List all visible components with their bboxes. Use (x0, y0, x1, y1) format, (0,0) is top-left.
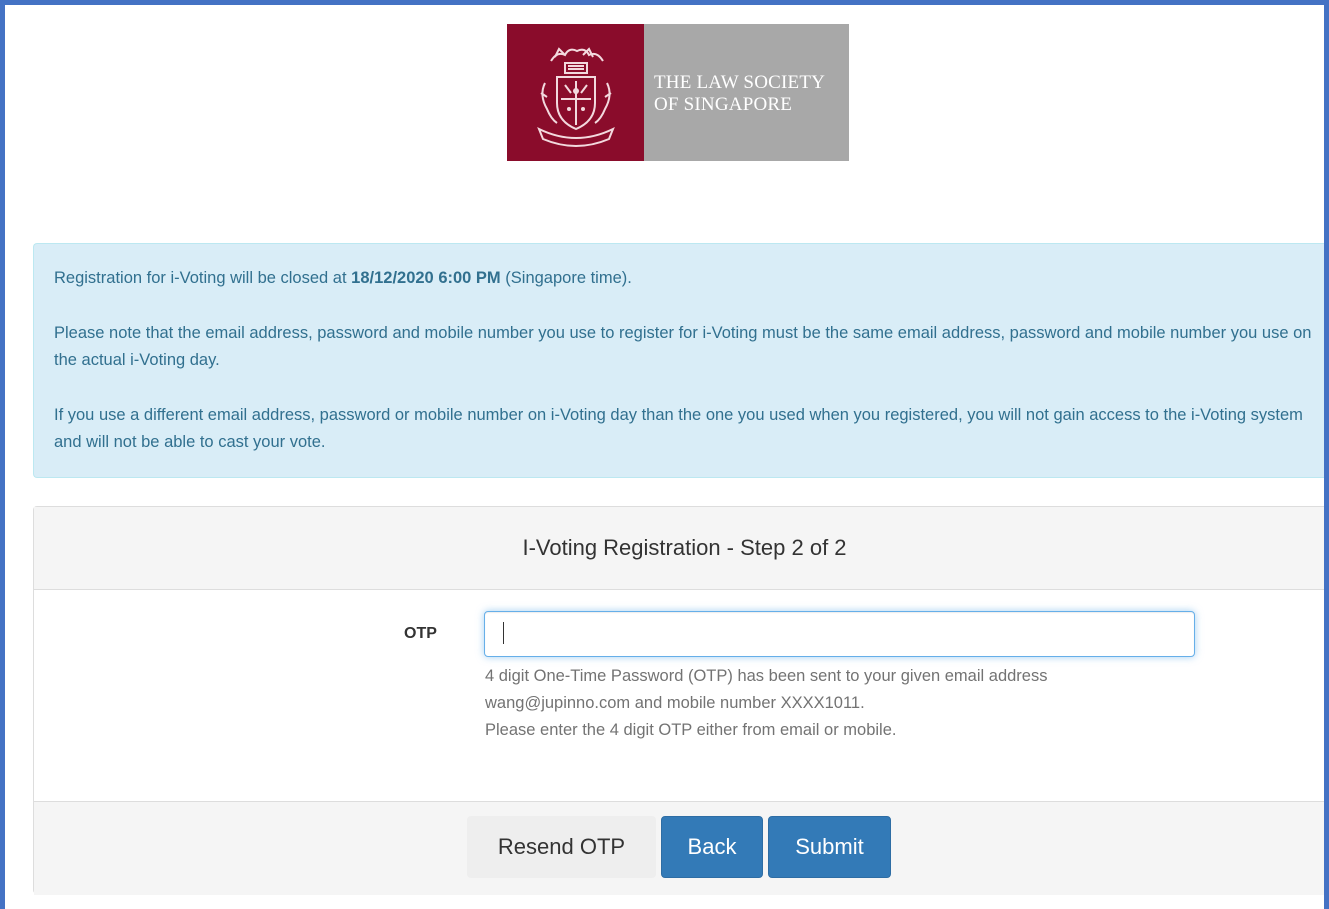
text-cursor (503, 622, 504, 644)
access-warning: If you use a different email address, pa… (54, 406, 1303, 451)
logo-text-line2: OF SINGAPORE (654, 93, 793, 115)
crest-icon (507, 24, 644, 161)
panel-footer: Resend OTP Back Submit (34, 801, 1324, 895)
back-button[interactable]: Back (661, 816, 763, 878)
otp-label: OTP (404, 625, 437, 642)
otp-help-line2: wang@jupinno.com and mobile number XXXX1… (485, 694, 865, 712)
resend-otp-button[interactable]: Resend OTP (467, 816, 656, 878)
panel-title: I-Voting Registration - Step 2 of 2 (522, 535, 847, 560)
otp-help-line3: Please enter the 4 digit OTP either from… (485, 721, 897, 739)
logo-text-line1: THE LAW SOCIETY (654, 71, 826, 93)
page-frame: THE LAW SOCIETY OF SINGAPORE Registratio… (0, 0, 1329, 909)
law-society-logo: THE LAW SOCIETY OF SINGAPORE (507, 24, 849, 161)
registration-deadline-text: Registration for i-Voting will be closed… (54, 265, 1313, 292)
submit-button[interactable]: Submit (768, 816, 891, 878)
panel-heading: I-Voting Registration - Step 2 of 2 (34, 507, 1324, 590)
otp-input[interactable] (484, 611, 1195, 657)
deadline-prefix: Registration for i-Voting will be closed… (54, 269, 352, 287)
panel-body: OTP 4 digit One-Time Password (OTP) has … (34, 590, 1324, 801)
logo-wordmark: THE LAW SOCIETY OF SINGAPORE (644, 24, 849, 161)
info-alert: Registration for i-Voting will be closed… (33, 243, 1324, 478)
otp-help-line1: 4 digit One-Time Password (OTP) has been… (485, 667, 1048, 685)
same-credentials-notice: Please note that the email address, pass… (54, 324, 1312, 369)
otp-help-text: 4 digit One-Time Password (OTP) has been… (485, 663, 1245, 744)
registration-panel: I-Voting Registration - Step 2 of 2 OTP … (33, 506, 1324, 895)
deadline-suffix: (Singapore time). (500, 269, 632, 287)
deadline-datetime: 18/12/2020 6:00 PM (351, 269, 501, 287)
